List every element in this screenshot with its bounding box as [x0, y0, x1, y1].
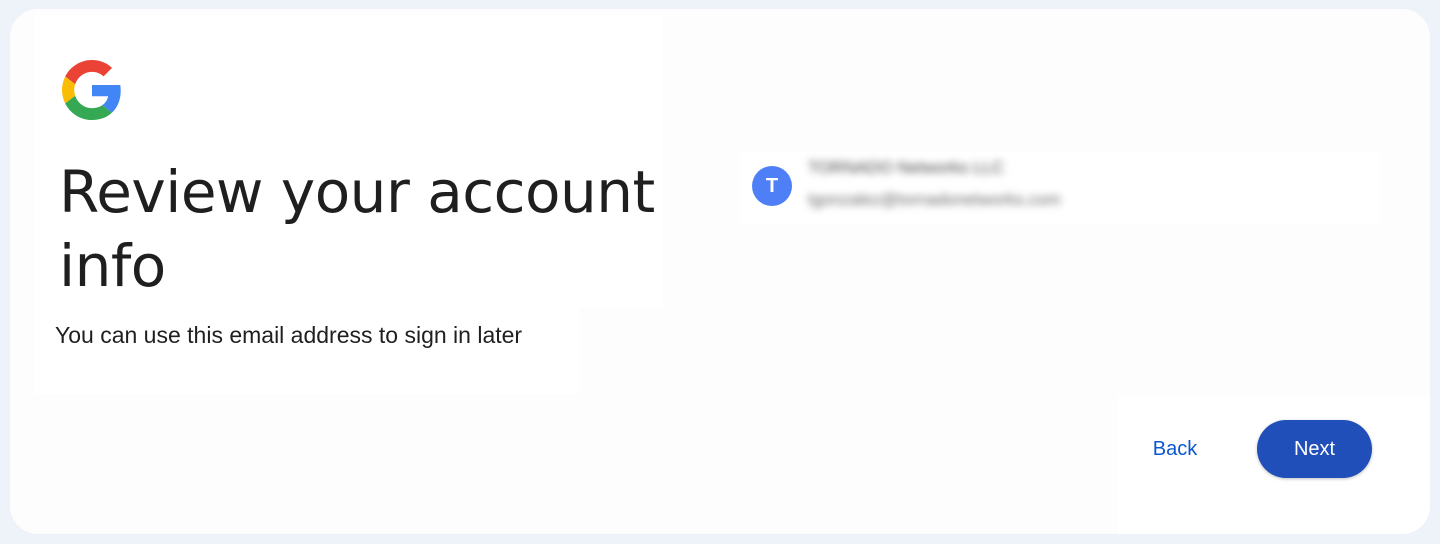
account-name: TORNADO Networks LLC: [808, 158, 1005, 177]
next-button[interactable]: Next: [1257, 420, 1372, 478]
avatar: T: [752, 166, 792, 206]
account-chip[interactable]: T TORNADO Networks LLC tgonzalez@tornado…: [740, 152, 1380, 224]
back-button[interactable]: Back: [1130, 424, 1220, 474]
google-logo-icon: [62, 60, 121, 120]
page-title: Review your account info: [59, 158, 655, 300]
page-subtitle: You can use this email address to sign i…: [55, 322, 523, 348]
account-email: tgonzalez@tornadonetworks.com: [808, 190, 1061, 209]
